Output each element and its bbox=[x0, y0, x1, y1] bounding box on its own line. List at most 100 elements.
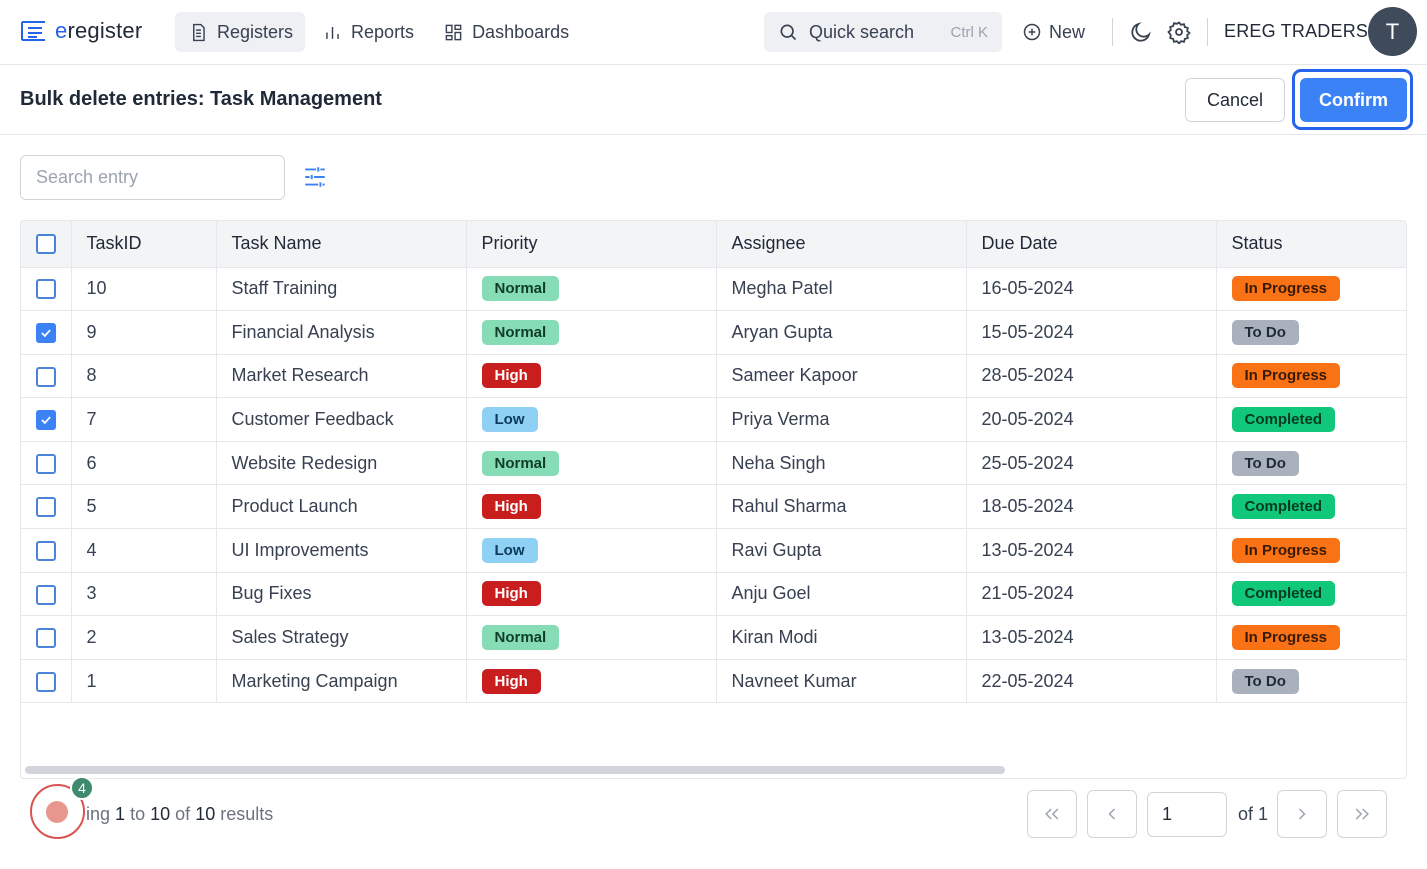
status-badge: To Do bbox=[1231, 450, 1299, 476]
due-date-cell: 21-05-2024 bbox=[966, 572, 1217, 617]
row-checkbox[interactable] bbox=[35, 323, 56, 344]
table-row[interactable]: 1 Marketing Campaign High Navneet Kumar 22-0… bbox=[21, 659, 1406, 704]
new-button[interactable]: New bbox=[1022, 12, 1085, 52]
column-header[interactable]: Task Name bbox=[216, 221, 467, 268]
due-date-cell: 20-05-2024 bbox=[966, 397, 1217, 442]
status-cell: In Progress bbox=[1216, 528, 1406, 573]
search-input[interactable] bbox=[20, 155, 285, 200]
select-all-checkbox[interactable] bbox=[35, 234, 56, 255]
bar-chart-icon bbox=[326, 26, 339, 39]
nav-registers[interactable]: Registers bbox=[175, 12, 306, 52]
filter-button[interactable] bbox=[302, 164, 328, 190]
column-header[interactable]: Priority bbox=[466, 221, 717, 268]
task-name-text: Staff Training bbox=[231, 278, 338, 299]
table-row[interactable]: 7 Customer Feedback Low Priya Verma 20-05-20… bbox=[21, 397, 1406, 442]
assignee-cell: Anju Goel bbox=[716, 572, 967, 617]
table-row[interactable]: 5 Product Launch High Rahul Sharma 18-05-202… bbox=[21, 484, 1406, 530]
nav-reports[interactable]: Reports bbox=[309, 12, 426, 52]
task-id-text: 5 bbox=[86, 496, 97, 517]
assignee-text: Kiran Modi bbox=[731, 627, 818, 648]
status-badge: Completed bbox=[1231, 494, 1336, 520]
priority-cell: Normal bbox=[466, 615, 717, 660]
table-row[interactable]: 9 Financial Analysis Normal Aryan Gupta 15-0… bbox=[21, 310, 1406, 355]
last-page-button[interactable] bbox=[1337, 790, 1387, 838]
task-name-text: Bug Fixes bbox=[231, 583, 312, 604]
nav-dashboards[interactable]: Dashboards bbox=[430, 12, 581, 52]
column-header[interactable]: TaskID bbox=[71, 221, 217, 268]
new-label: New bbox=[1049, 21, 1086, 42]
first-page-button[interactable] bbox=[1027, 790, 1077, 838]
confirm-button[interactable]: Confirm bbox=[1300, 78, 1407, 122]
column-header[interactable]: Due Date bbox=[966, 221, 1217, 268]
column-header[interactable]: Assignee bbox=[716, 221, 967, 268]
priority-badge: Normal bbox=[481, 276, 560, 302]
row-checkbox[interactable] bbox=[35, 279, 56, 300]
task-name-cell: Website Redesign bbox=[216, 441, 467, 486]
top-navbar: eregister Registers Reports Dashboards Q… bbox=[0, 0, 1427, 65]
horizontal-scrollbar[interactable] bbox=[25, 766, 1005, 774]
dark-mode-toggle[interactable] bbox=[1129, 20, 1153, 44]
cancel-button[interactable]: Cancel bbox=[1185, 78, 1285, 122]
task-name-cell: Bug Fixes bbox=[216, 572, 467, 617]
task-id-text: 9 bbox=[86, 321, 97, 342]
search-icon bbox=[780, 24, 797, 41]
row-checkbox[interactable] bbox=[35, 671, 56, 692]
assignee-cell: Ravi Gupta bbox=[716, 528, 967, 573]
column-header[interactable]: Status bbox=[1216, 221, 1406, 268]
quick-search-shortcut: Ctrl K bbox=[950, 23, 989, 41]
assignee-text: Aryan Gupta bbox=[731, 321, 833, 342]
table-row[interactable]: 3 Bug Fixes High Anju Goel 21-05-2024 Complet… bbox=[21, 572, 1406, 617]
table-row[interactable]: 10 Staff Training Normal Megha Patel 16-05-2… bbox=[21, 267, 1406, 312]
task-name-text: Financial Analysis bbox=[231, 321, 375, 342]
prev-page-button[interactable] bbox=[1087, 790, 1137, 838]
assignee-cell: Sameer Kapoor bbox=[716, 354, 967, 399]
divider bbox=[1207, 18, 1208, 46]
task-name-cell: Financial Analysis bbox=[216, 310, 467, 355]
priority-cell: Normal bbox=[466, 441, 717, 486]
row-checkbox[interactable] bbox=[35, 366, 56, 387]
assignee-cell: Kiran Modi bbox=[716, 615, 967, 660]
due-date-text: 25-05-2024 bbox=[981, 452, 1074, 473]
next-page-button[interactable] bbox=[1277, 790, 1327, 838]
row-checkbox[interactable] bbox=[35, 497, 56, 518]
status-cell: To Do bbox=[1216, 441, 1406, 486]
priority-badge: Normal bbox=[481, 450, 560, 476]
chevron-left-icon bbox=[1108, 808, 1116, 820]
sliders-icon bbox=[305, 167, 325, 187]
priority-badge: High bbox=[481, 494, 541, 520]
status-cell: Completed bbox=[1216, 484, 1406, 530]
recording-count-badge: 4 bbox=[70, 776, 94, 800]
status-badge: To Do bbox=[1231, 319, 1299, 345]
priority-cell: Normal bbox=[466, 267, 717, 312]
task-id-text: 2 bbox=[86, 627, 97, 648]
priority-cell: High bbox=[466, 572, 717, 617]
task-id-text: 4 bbox=[86, 539, 97, 560]
settings-button[interactable] bbox=[1167, 20, 1191, 45]
task-name-text: Market Research bbox=[231, 365, 369, 386]
due-date-text: 13-05-2024 bbox=[981, 627, 1074, 648]
assignee-cell: Rahul Sharma bbox=[716, 484, 967, 530]
organization-name[interactable]: EREG TRADERS bbox=[1224, 21, 1368, 42]
assignee-text: Ravi Gupta bbox=[731, 539, 822, 560]
row-checkbox[interactable] bbox=[35, 410, 56, 431]
quick-search-label: Quick search bbox=[809, 21, 915, 42]
table-row[interactable]: 6 Website Redesign Normal Neha Singh 25-05-2… bbox=[21, 441, 1406, 486]
due-date-text: 28-05-2024 bbox=[981, 365, 1074, 386]
assignee-cell: Neha Singh bbox=[716, 441, 967, 486]
table-row[interactable]: 8 Market Research High Sameer Kapoor 28-05-2… bbox=[21, 354, 1406, 399]
table-row[interactable]: 4 UI Improvements Low Ravi Gupta 13-05-2024 I… bbox=[21, 528, 1406, 573]
app-logo[interactable]: eregister bbox=[20, 18, 142, 44]
table-row[interactable]: 2 Sales Strategy Normal Kiran Modi 13-05-202… bbox=[21, 615, 1406, 660]
row-checkbox[interactable] bbox=[35, 540, 56, 561]
priority-badge: Low bbox=[481, 407, 538, 433]
due-date-cell: 22-05-2024 bbox=[966, 659, 1217, 704]
row-checkbox[interactable] bbox=[35, 584, 56, 605]
due-date-cell: 13-05-2024 bbox=[966, 615, 1217, 660]
status-cell: To Do bbox=[1216, 659, 1406, 704]
row-checkbox[interactable] bbox=[35, 453, 56, 474]
row-checkbox[interactable] bbox=[35, 628, 56, 649]
quick-search[interactable]: Quick search Ctrl K bbox=[764, 12, 1002, 52]
task-name-cell: Staff Training bbox=[216, 267, 467, 312]
avatar[interactable]: T bbox=[1368, 7, 1417, 56]
page-number-input[interactable] bbox=[1147, 792, 1227, 837]
